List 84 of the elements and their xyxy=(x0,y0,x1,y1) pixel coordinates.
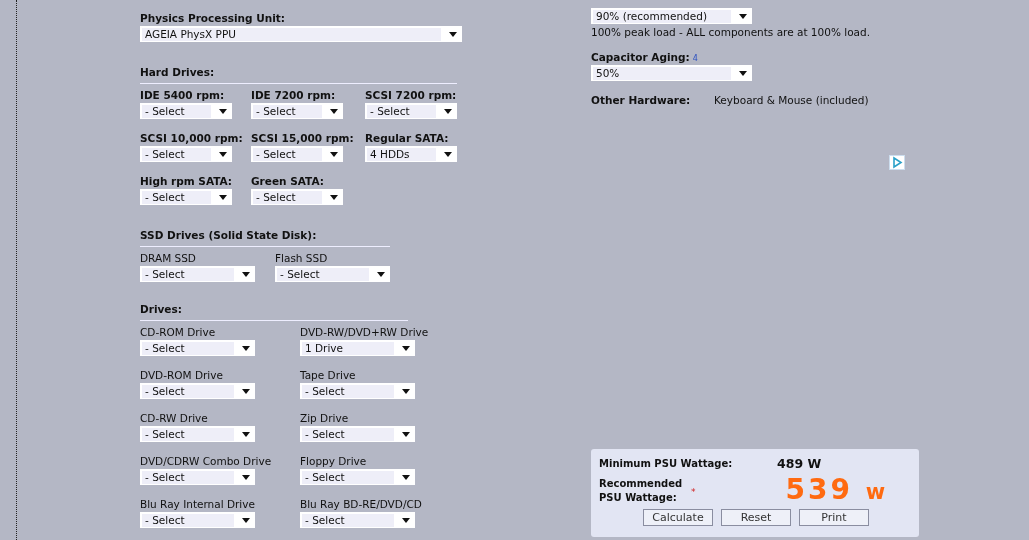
caret-icon xyxy=(242,431,250,437)
field-label: SCSI 7200 rpm: xyxy=(365,89,458,102)
caret-icon xyxy=(330,151,338,157)
section-title: Drives: xyxy=(140,303,183,316)
result-label: Minimum PSU Wattage: xyxy=(599,456,734,471)
dropdown[interactable]: - Select xyxy=(251,146,343,162)
field-label: Green SATA: xyxy=(251,175,325,188)
caret-icon xyxy=(444,108,452,114)
caret-icon xyxy=(739,70,747,76)
dropdown[interactable]: - Select xyxy=(300,469,415,485)
dropdown[interactable]: - Select xyxy=(140,266,255,282)
caret-icon xyxy=(377,271,385,277)
dropdown[interactable]: - Select xyxy=(251,103,343,119)
dropdown[interactable]: - Select xyxy=(140,146,232,162)
field-label: Tape Drive xyxy=(300,369,357,382)
caret-icon xyxy=(242,517,250,523)
caret-icon xyxy=(402,345,410,351)
dropdown[interactable]: - Select xyxy=(140,189,232,205)
action-button[interactable]: Print xyxy=(799,509,869,526)
dropdown[interactable]: - Select xyxy=(300,383,415,399)
field-label: Flash SSD xyxy=(275,252,329,265)
field-label: Physics Processing Unit: xyxy=(140,12,286,25)
caret-icon xyxy=(330,108,338,114)
field-label: Floppy Drive xyxy=(300,455,368,468)
dropdown[interactable]: - Select xyxy=(140,469,255,485)
field-label: Blu Ray BD-RE/DVD/CD xyxy=(300,498,423,511)
dropdown[interactable]: - Select xyxy=(140,383,255,399)
caret-icon xyxy=(330,194,338,200)
field-label: Capacitor Aging: xyxy=(591,51,690,64)
caret-icon xyxy=(242,474,250,480)
field-label: CD-ROM Drive xyxy=(140,326,217,339)
caret-icon xyxy=(402,517,410,523)
caret-icon xyxy=(444,151,452,157)
dropdown[interactable]: - Select xyxy=(275,266,390,282)
caret-icon xyxy=(242,271,250,277)
field-label: DVD-ROM Drive xyxy=(140,369,224,382)
dropdown[interactable]: - Select xyxy=(140,426,255,442)
dropdown[interactable]: - Select xyxy=(300,426,415,442)
field-label: IDE 7200 rpm: xyxy=(251,89,337,102)
field-label: Other Hardware: xyxy=(591,94,692,107)
field-label: High rpm SATA: xyxy=(140,175,234,188)
dropdown[interactable]: - Select xyxy=(365,103,457,119)
field-label: Blu Ray Internal Drive xyxy=(140,498,256,511)
dropdown[interactable]: AGEIA PhysX PPU xyxy=(140,26,462,42)
field-label: IDE 5400 rpm: xyxy=(140,89,226,102)
field-label: CD-RW Drive xyxy=(140,412,209,425)
caret-icon xyxy=(739,13,747,19)
action-button[interactable]: Reset xyxy=(721,509,791,526)
field-label: SCSI 15,000 rpm: xyxy=(251,132,355,145)
dropdown[interactable]: - Select xyxy=(140,340,255,356)
result-value: 489 W xyxy=(777,456,822,471)
caret-icon xyxy=(402,431,410,437)
caret-icon xyxy=(242,345,250,351)
dropdown[interactable]: - Select xyxy=(140,512,255,528)
section-title: SSD Drives (Solid State Disk): xyxy=(140,229,318,242)
caret-icon xyxy=(219,108,227,114)
recommended-wattage: 539 w xyxy=(785,475,886,507)
field-label: DVD-RW/DVD+RW Drive xyxy=(300,326,430,339)
caret-icon xyxy=(219,194,227,200)
caret-icon xyxy=(449,31,457,37)
dropdown[interactable]: - Select xyxy=(300,512,415,528)
caret-icon xyxy=(219,151,227,157)
action-button[interactable]: Calculate xyxy=(643,509,713,526)
dropdown[interactable]: - Select xyxy=(140,103,232,119)
asterisk-mark: * xyxy=(691,487,696,497)
field-value: Keyboard & Mouse (included) xyxy=(714,94,869,107)
dropdown[interactable]: - Select xyxy=(251,189,343,205)
field-label: SCSI 10,000 rpm: xyxy=(140,132,244,145)
field-label: Regular SATA: xyxy=(365,132,450,145)
caret-icon xyxy=(402,474,410,480)
caret-icon xyxy=(402,388,410,394)
section-title: Hard Drives: xyxy=(140,66,216,79)
field-label: Zip Drive xyxy=(300,412,350,425)
field-label: DVD/CDRW Combo Drive xyxy=(140,455,273,468)
field-label: DRAM SSD xyxy=(140,252,197,265)
play-icon[interactable] xyxy=(889,155,905,170)
dropdown[interactable]: 4 HDDs xyxy=(365,146,457,162)
dropdown[interactable]: 50% xyxy=(591,65,752,81)
note-text: 100% peak load - ALL components are at 100% load. xyxy=(591,26,871,39)
dropdown[interactable]: 1 Drive xyxy=(300,340,415,356)
footnote-link[interactable]: 4 xyxy=(692,54,698,63)
dropdown[interactable]: 90% (recommended) xyxy=(591,8,752,24)
caret-icon xyxy=(242,388,250,394)
result-label: Recommended PSU Wattage: xyxy=(599,477,684,505)
